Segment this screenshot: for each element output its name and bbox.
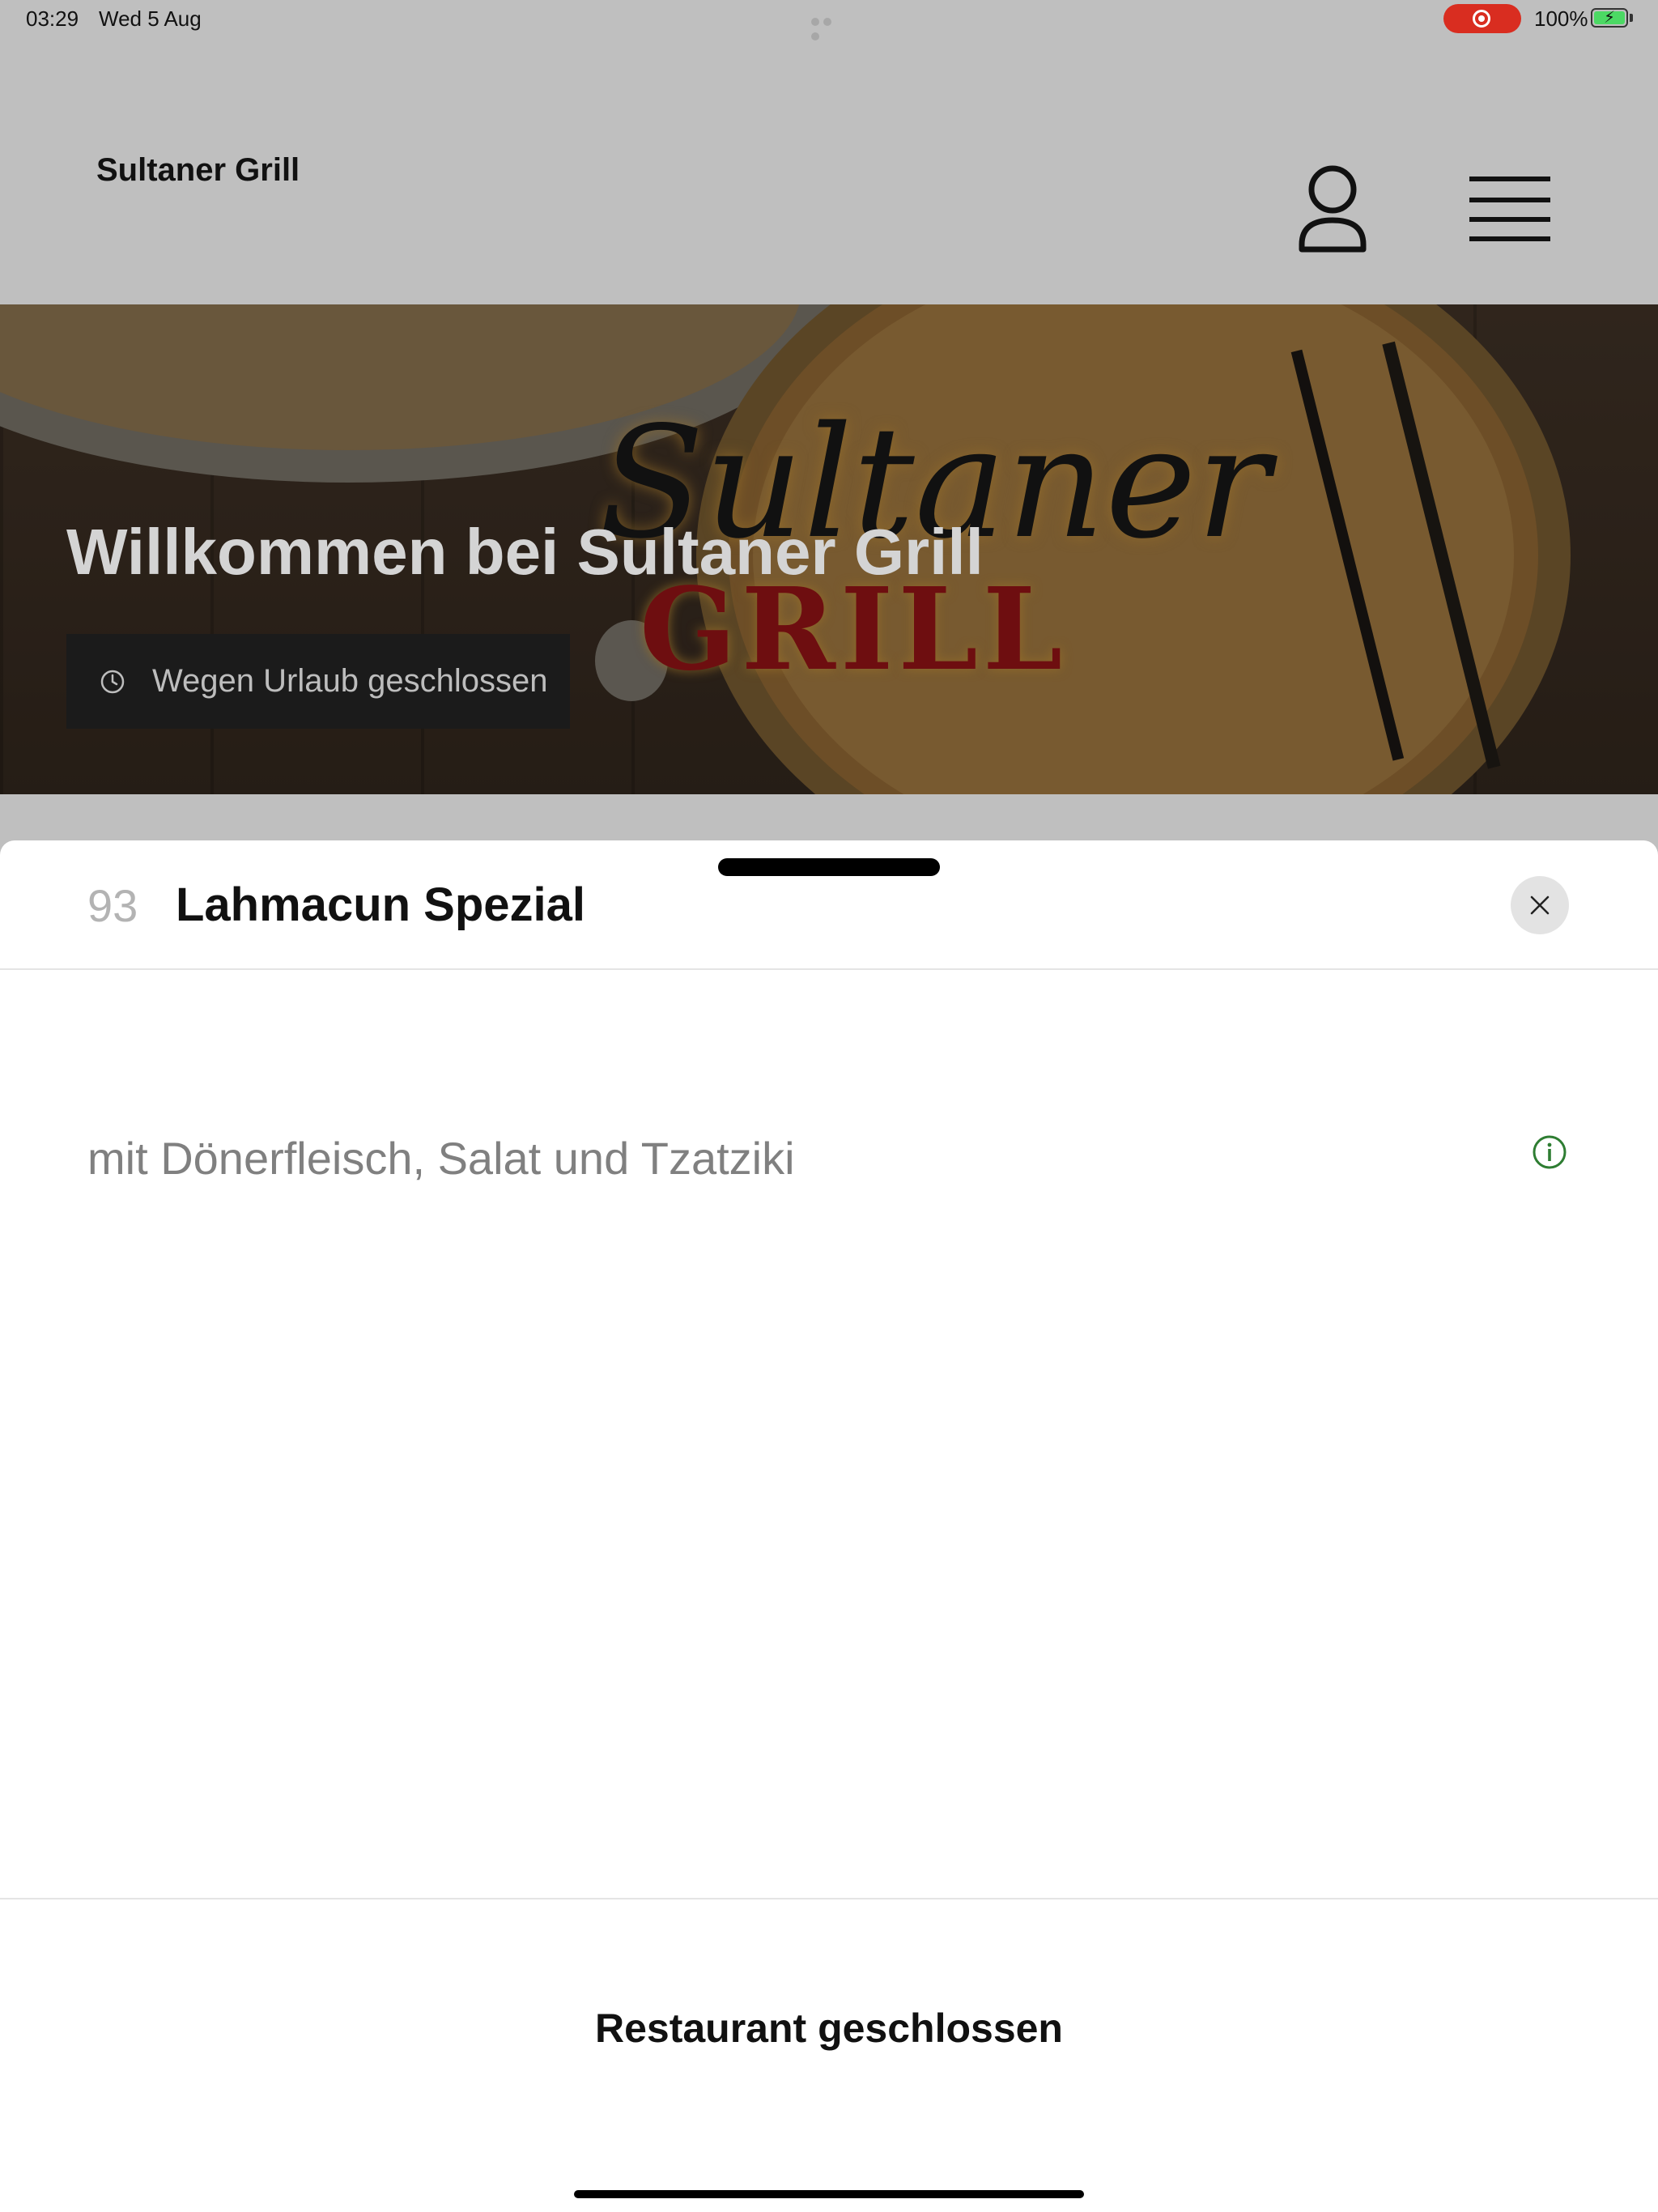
restaurant-closed-label: Restaurant geschlossen <box>595 2006 1063 2051</box>
hamburger-menu-icon <box>1469 177 1550 241</box>
battery-charging-icon: ⚡ <box>1591 8 1628 28</box>
menu-button[interactable] <box>1465 168 1554 249</box>
welcome-title: Willkommen bei Sultaner Grill <box>66 516 984 588</box>
info-icon <box>1533 1135 1567 1169</box>
close-icon <box>1530 895 1550 915</box>
home-indicator[interactable] <box>574 2190 1084 2198</box>
app-header: Sultaner Grill <box>0 39 1658 304</box>
item-detail-sheet: 93 Lahmacun Spezial mit Dönerfleisch, Sa… <box>0 840 1658 2212</box>
clock-icon <box>100 670 125 693</box>
info-button[interactable] <box>1532 1134 1567 1170</box>
screen-recording-icon[interactable] <box>1443 4 1521 33</box>
status-time: 03:29 <box>26 6 79 31</box>
brand-name[interactable]: Sultaner Grill <box>96 152 300 189</box>
sheet-grabber[interactable] <box>718 858 940 876</box>
sheet-header: 93 Lahmacun Spezial <box>0 840 1658 970</box>
item-number: 93 <box>87 880 138 931</box>
status-date: Wed 5 Aug <box>99 6 202 31</box>
item-title: Lahmacun Spezial <box>176 878 586 931</box>
closed-status-text: Wegen Urlaub geschlossen <box>152 663 548 699</box>
close-button[interactable] <box>1511 876 1569 934</box>
multitasking-dots-icon[interactable] <box>811 15 847 40</box>
battery-percentage: 100% <box>1534 6 1588 31</box>
hero-banner: Sultaner GRILL Willkommen bei Sultaner G… <box>0 304 1658 794</box>
item-description: mit Dönerfleisch, Salat und Tzatziki <box>87 1133 795 1184</box>
battery-nub <box>1630 14 1633 22</box>
account-button[interactable] <box>1292 160 1373 257</box>
page-background <box>0 794 1658 843</box>
person-icon <box>1299 165 1367 253</box>
sheet-footer: Restaurant geschlossen <box>0 1898 1658 2212</box>
closed-status-badge: Wegen Urlaub geschlossen <box>66 634 570 729</box>
status-bar: 03:29 Wed 5 Aug 100% ⚡ <box>0 0 1658 40</box>
